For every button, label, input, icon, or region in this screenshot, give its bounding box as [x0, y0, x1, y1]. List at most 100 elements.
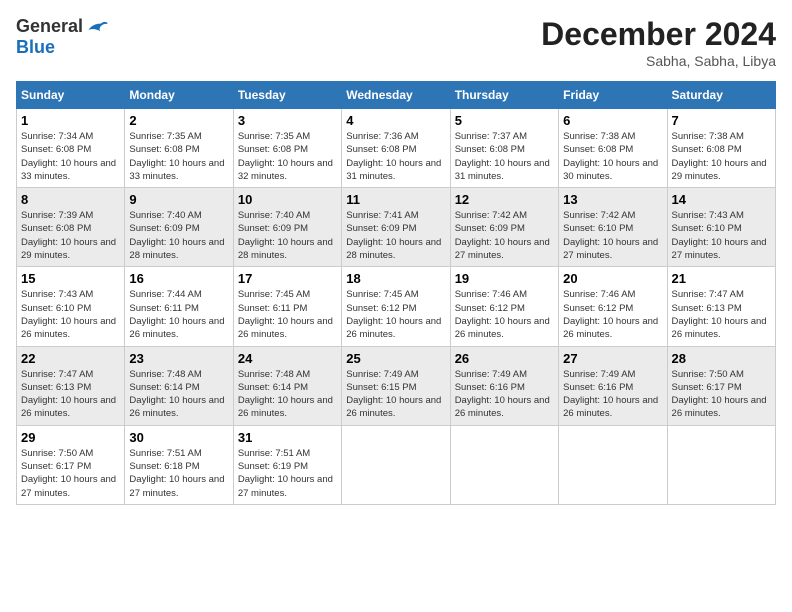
day-number: 1 [21, 113, 120, 128]
day-number: 21 [672, 271, 771, 286]
calendar-day-5: 5Sunrise: 7:37 AMSunset: 6:08 PMDaylight… [450, 109, 558, 188]
logo-bird-icon [87, 18, 109, 36]
day-number: 14 [672, 192, 771, 207]
day-number: 22 [21, 351, 120, 366]
calendar-header-tuesday: Tuesday [233, 82, 341, 109]
day-number: 28 [672, 351, 771, 366]
calendar-day-25: 25Sunrise: 7:49 AMSunset: 6:15 PMDayligh… [342, 346, 450, 425]
calendar-day-20: 20 Sunrise: 7:46 AMSunset: 6:12 PMDayligh… [559, 267, 667, 346]
calendar-day-4: 4 Sunrise: 7:36 AMSunset: 6:08 PMDaylight… [342, 109, 450, 188]
day-info: Sunrise: 7:41 AMSunset: 6:09 PMDaylight:… [346, 210, 441, 261]
day-info: Sunrise: 7:48 AMSunset: 6:14 PMDaylight:… [129, 369, 224, 420]
day-info: Sunrise: 7:49 AMSunset: 6:16 PMDaylight:… [455, 369, 550, 420]
day-info: Sunrise: 7:40 AMSunset: 6:09 PMDaylight:… [238, 210, 333, 261]
day-number: 2 [129, 113, 228, 128]
calendar-day-16: 16Sunrise: 7:44 AMSunset: 6:11 PMDayligh… [125, 267, 233, 346]
page-header: General Blue December 2024 Sabha, Sabha,… [16, 16, 776, 69]
calendar-header-sunday: Sunday [17, 82, 125, 109]
day-number: 8 [21, 192, 120, 207]
day-info: Sunrise: 7:46 AMSunset: 6:12 PMDaylight:… [563, 289, 658, 340]
day-info: Sunrise: 7:45 AMSunset: 6:12 PMDaylight:… [346, 289, 441, 340]
day-info: Sunrise: 7:38 AMSunset: 6:08 PMDaylight:… [672, 131, 767, 182]
calendar-day-31: 31Sunrise: 7:51 AMSunset: 6:19 PMDayligh… [233, 425, 341, 504]
day-number: 6 [563, 113, 662, 128]
calendar-header-row: SundayMondayTuesdayWednesdayThursdayFrid… [17, 82, 776, 109]
day-info: Sunrise: 7:47 AMSunset: 6:13 PMDaylight:… [21, 369, 116, 420]
calendar-day-8: 8 Sunrise: 7:39 AMSunset: 6:08 PMDaylight… [17, 188, 125, 267]
calendar-empty-cell [559, 425, 667, 504]
day-number: 18 [346, 271, 445, 286]
logo-general-text: General [16, 16, 83, 37]
day-number: 29 [21, 430, 120, 445]
calendar-day-15: 15 Sunrise: 7:43 AMSunset: 6:10 PMDayligh… [17, 267, 125, 346]
logo: General Blue [16, 16, 109, 58]
day-number: 27 [563, 351, 662, 366]
day-info: Sunrise: 7:47 AMSunset: 6:13 PMDaylight:… [672, 289, 767, 340]
day-number: 17 [238, 271, 337, 286]
calendar-day-3: 3 Sunrise: 7:35 AMSunset: 6:08 PMDaylight… [233, 109, 341, 188]
day-info: Sunrise: 7:36 AMSunset: 6:08 PMDaylight:… [346, 131, 441, 182]
day-number: 4 [346, 113, 445, 128]
day-number: 20 [563, 271, 662, 286]
calendar-day-30: 30 Sunrise: 7:51 AMSunset: 6:18 PMDayligh… [125, 425, 233, 504]
day-number: 13 [563, 192, 662, 207]
day-number: 12 [455, 192, 554, 207]
calendar-week-5: 29Sunrise: 7:50 AMSunset: 6:17 PMDayligh… [17, 425, 776, 504]
calendar-day-9: 9Sunrise: 7:40 AMSunset: 6:09 PMDaylight… [125, 188, 233, 267]
calendar-day-11: 11 Sunrise: 7:41 AMSunset: 6:09 PMDayligh… [342, 188, 450, 267]
calendar-day-19: 19Sunrise: 7:46 AMSunset: 6:12 PMDayligh… [450, 267, 558, 346]
calendar-day-28: 28 Sunrise: 7:50 AMSunset: 6:17 PMDayligh… [667, 346, 775, 425]
day-number: 10 [238, 192, 337, 207]
day-number: 11 [346, 192, 445, 207]
location-subtitle: Sabha, Sabha, Libya [541, 53, 776, 69]
day-info: Sunrise: 7:49 AMSunset: 6:16 PMDaylight:… [563, 369, 658, 420]
calendar-day-17: 17Sunrise: 7:45 AMSunset: 6:11 PMDayligh… [233, 267, 341, 346]
day-number: 24 [238, 351, 337, 366]
calendar-empty-cell [450, 425, 558, 504]
month-title: December 2024 [541, 16, 776, 53]
calendar-day-6: 6 Sunrise: 7:38 AMSunset: 6:08 PMDaylight… [559, 109, 667, 188]
calendar-day-14: 14Sunrise: 7:43 AMSunset: 6:10 PMDayligh… [667, 188, 775, 267]
day-info: Sunrise: 7:51 AMSunset: 6:19 PMDaylight:… [238, 448, 333, 499]
calendar-table: SundayMondayTuesdayWednesdayThursdayFrid… [16, 81, 776, 505]
calendar-header-wednesday: Wednesday [342, 82, 450, 109]
day-info: Sunrise: 7:40 AMSunset: 6:09 PMDaylight:… [129, 210, 224, 261]
calendar-day-1: 1Sunrise: 7:34 AMSunset: 6:08 PMDaylight… [17, 109, 125, 188]
calendar-day-2: 2 Sunrise: 7:35 AMSunset: 6:08 PMDaylight… [125, 109, 233, 188]
calendar-day-24: 24 Sunrise: 7:48 AMSunset: 6:14 PMDayligh… [233, 346, 341, 425]
day-info: Sunrise: 7:38 AMSunset: 6:08 PMDaylight:… [563, 131, 658, 182]
calendar-day-13: 13 Sunrise: 7:42 AMSunset: 6:10 PMDayligh… [559, 188, 667, 267]
calendar-week-1: 1Sunrise: 7:34 AMSunset: 6:08 PMDaylight… [17, 109, 776, 188]
calendar-week-3: 15 Sunrise: 7:43 AMSunset: 6:10 PMDayligh… [17, 267, 776, 346]
calendar-day-27: 27 Sunrise: 7:49 AMSunset: 6:16 PMDayligh… [559, 346, 667, 425]
calendar-header-monday: Monday [125, 82, 233, 109]
calendar-header-friday: Friday [559, 82, 667, 109]
day-number: 7 [672, 113, 771, 128]
day-info: Sunrise: 7:48 AMSunset: 6:14 PMDaylight:… [238, 369, 333, 420]
calendar-header-thursday: Thursday [450, 82, 558, 109]
day-number: 23 [129, 351, 228, 366]
day-info: Sunrise: 7:44 AMSunset: 6:11 PMDaylight:… [129, 289, 224, 340]
day-info: Sunrise: 7:51 AMSunset: 6:18 PMDaylight:… [129, 448, 224, 499]
day-number: 25 [346, 351, 445, 366]
calendar-week-2: 8 Sunrise: 7:39 AMSunset: 6:08 PMDaylight… [17, 188, 776, 267]
title-block: December 2024 Sabha, Sabha, Libya [541, 16, 776, 69]
calendar-day-26: 26 Sunrise: 7:49 AMSunset: 6:16 PMDayligh… [450, 346, 558, 425]
calendar-day-29: 29Sunrise: 7:50 AMSunset: 6:17 PMDayligh… [17, 425, 125, 504]
day-number: 3 [238, 113, 337, 128]
day-info: Sunrise: 7:39 AMSunset: 6:08 PMDaylight:… [21, 210, 116, 261]
calendar-empty-cell [342, 425, 450, 504]
calendar-day-21: 21 Sunrise: 7:47 AMSunset: 6:13 PMDayligh… [667, 267, 775, 346]
day-info: Sunrise: 7:43 AMSunset: 6:10 PMDaylight:… [21, 289, 116, 340]
day-number: 19 [455, 271, 554, 286]
day-info: Sunrise: 7:35 AMSunset: 6:08 PMDaylight:… [129, 131, 224, 182]
day-info: Sunrise: 7:50 AMSunset: 6:17 PMDaylight:… [672, 369, 767, 420]
day-number: 26 [455, 351, 554, 366]
day-number: 30 [129, 430, 228, 445]
day-info: Sunrise: 7:35 AMSunset: 6:08 PMDaylight:… [238, 131, 333, 182]
calendar-day-7: 7 Sunrise: 7:38 AMSunset: 6:08 PMDaylight… [667, 109, 775, 188]
day-info: Sunrise: 7:42 AMSunset: 6:09 PMDaylight:… [455, 210, 550, 261]
day-number: 15 [21, 271, 120, 286]
logo-blue-text: Blue [16, 37, 55, 58]
day-info: Sunrise: 7:42 AMSunset: 6:10 PMDaylight:… [563, 210, 658, 261]
